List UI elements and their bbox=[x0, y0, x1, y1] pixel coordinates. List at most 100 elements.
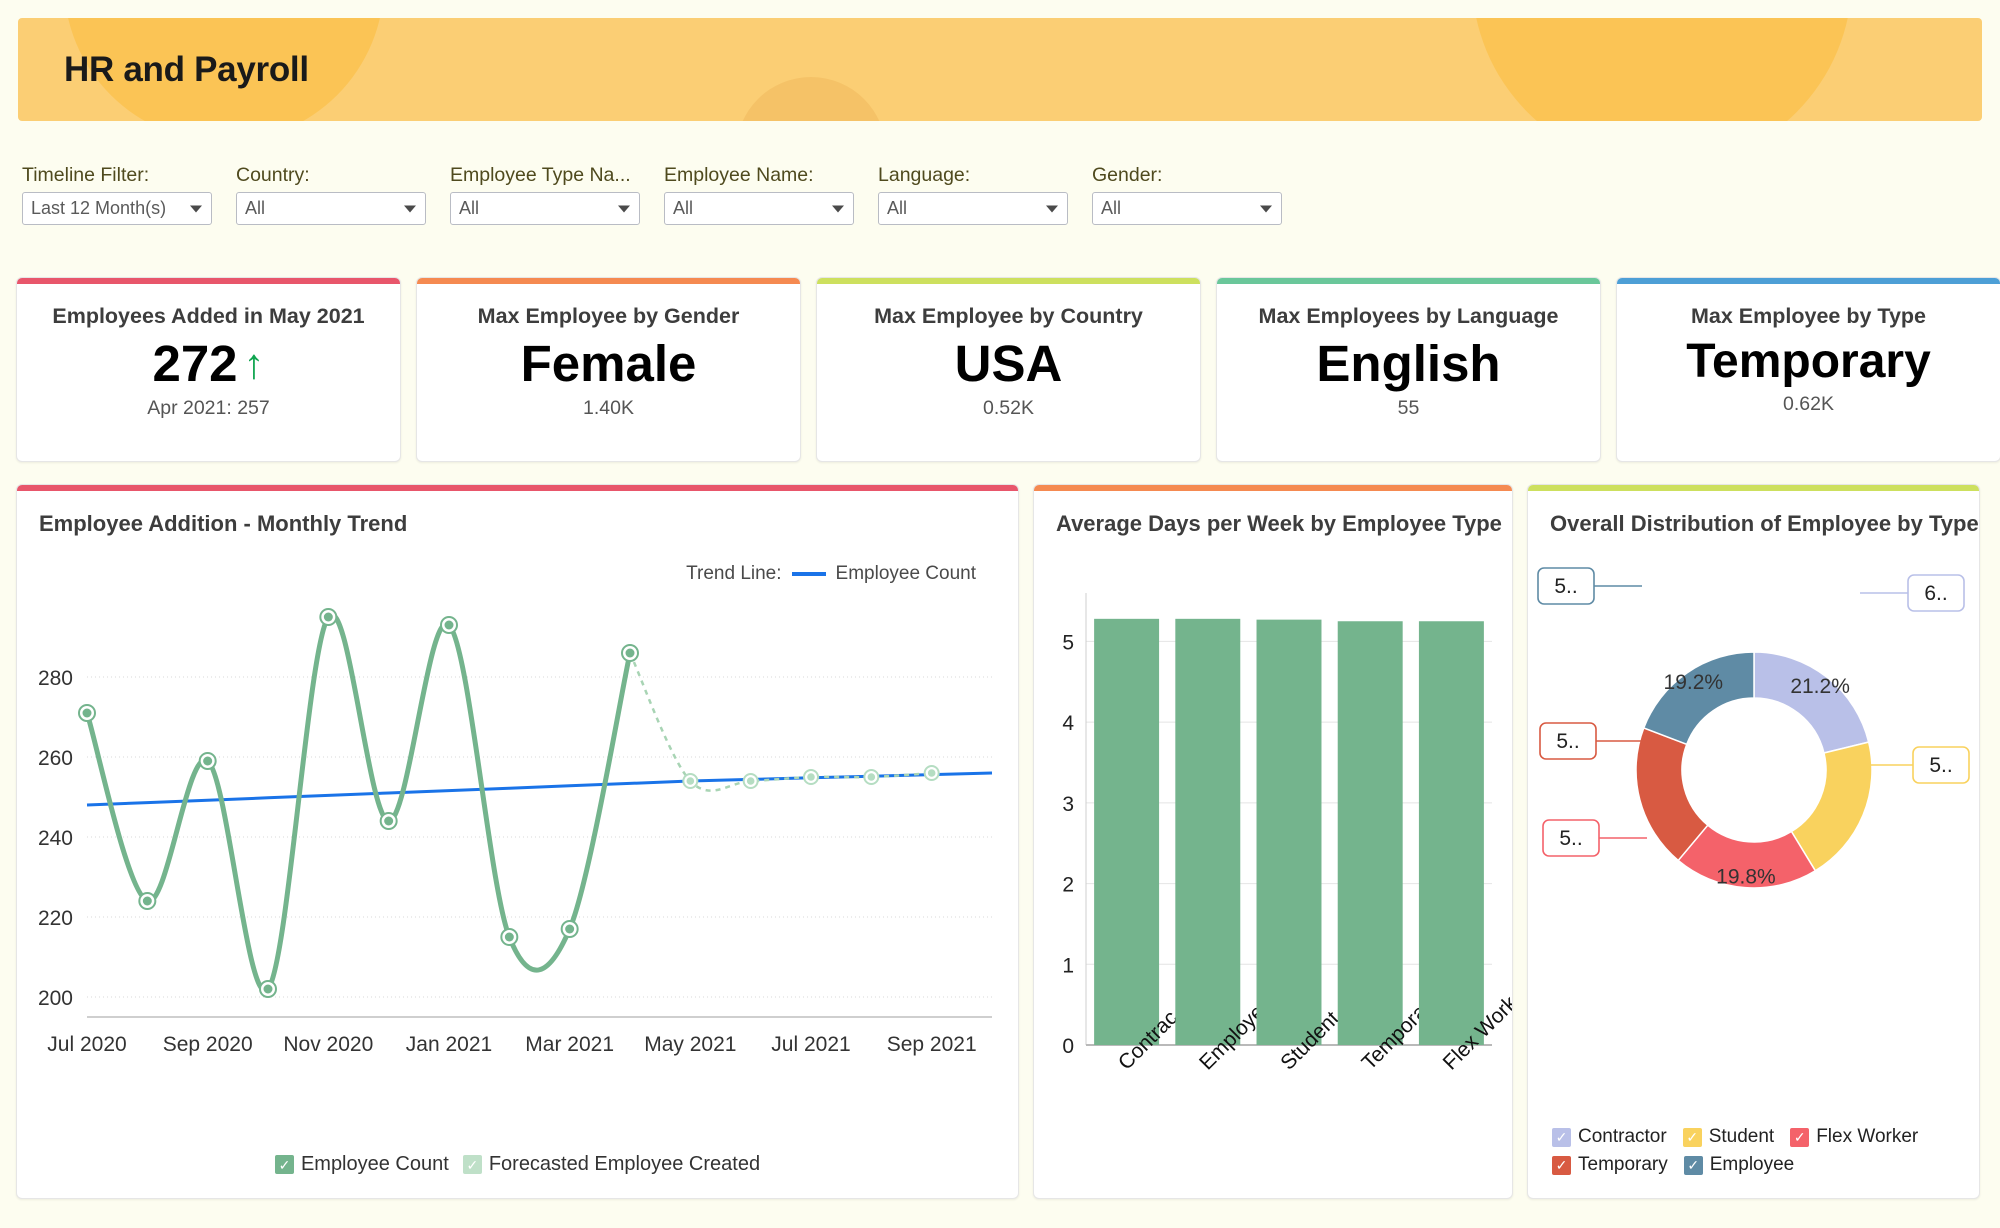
line-chart-legend: ✓ Employee Count ✓ Forecasted Employee C… bbox=[17, 1153, 1018, 1176]
chart-panel-row: Employee Addition - Monthly Trend Trend … bbox=[16, 484, 1980, 1199]
kpi-accent-bar bbox=[1617, 278, 2000, 284]
filter-label: Timeline Filter: bbox=[22, 164, 150, 186]
kpi-card-max-gender[interactable]: Max Employee by Gender Female 1.40K bbox=[416, 277, 801, 462]
page-header: HR and Payroll bbox=[18, 18, 1982, 121]
checkbox-checked-icon[interactable]: ✓ bbox=[1552, 1127, 1571, 1147]
language-filter-select[interactable]: All bbox=[878, 192, 1068, 225]
checkbox-checked-icon[interactable]: ✓ bbox=[1683, 1155, 1703, 1175]
kpi-title: Max Employee by Country bbox=[874, 304, 1143, 328]
header-decoration-circle bbox=[1472, 18, 1852, 121]
svg-text:5..: 5.. bbox=[1554, 575, 1577, 598]
legend-label: Employee bbox=[1709, 1154, 1795, 1175]
svg-text:5..: 5.. bbox=[1929, 754, 1952, 777]
kpi-value: USA bbox=[954, 335, 1063, 392]
chevron-down-icon bbox=[618, 205, 630, 212]
legend-item[interactable]: ✓ Forecasted Employee Created bbox=[462, 1153, 761, 1176]
svg-text:0: 0 bbox=[1062, 1035, 1074, 1058]
timeline-filter-select[interactable]: Last 12 Month(s) bbox=[22, 192, 212, 225]
kpi-card-employees-added[interactable]: Employees Added in May 2021 272 ↑ Apr 20… bbox=[16, 277, 401, 462]
svg-text:200: 200 bbox=[38, 987, 73, 1010]
header-decoration-circle bbox=[736, 77, 886, 121]
svg-text:260: 260 bbox=[38, 747, 73, 770]
kpi-subtext: 1.40K bbox=[583, 396, 634, 419]
svg-text:Jan 2021: Jan 2021 bbox=[406, 1033, 492, 1056]
checkbox-checked-icon[interactable]: ✓ bbox=[1552, 1155, 1571, 1175]
svg-text:Sep 2021: Sep 2021 bbox=[887, 1033, 977, 1056]
country-filter: Country: All bbox=[236, 164, 426, 225]
checkbox-checked-icon[interactable]: ✓ bbox=[274, 1155, 294, 1174]
checkbox-checked-icon[interactable]: ✓ bbox=[1790, 1127, 1810, 1147]
chevron-down-icon bbox=[1046, 205, 1058, 212]
employee-type-filter-select[interactable]: All bbox=[450, 192, 640, 225]
svg-text:Jul 2021: Jul 2021 bbox=[771, 1033, 850, 1056]
language-filter: Language: All bbox=[878, 164, 1068, 225]
svg-text:2: 2 bbox=[1062, 874, 1074, 897]
panel-accent-bar bbox=[1034, 485, 1512, 491]
legend-item[interactable]: ✓ Flex Worker bbox=[1790, 1126, 1918, 1148]
gender-filter-select[interactable]: All bbox=[1092, 192, 1282, 225]
kpi-value: Female bbox=[520, 335, 697, 392]
panel-employee-addition-trend: Employee Addition - Monthly Trend Trend … bbox=[16, 484, 1019, 1199]
svg-text:Mar 2021: Mar 2021 bbox=[525, 1033, 614, 1056]
filter-value: All bbox=[887, 198, 908, 218]
legend-label: Forecasted Employee Created bbox=[488, 1153, 761, 1175]
kpi-title: Max Employee by Type bbox=[1691, 304, 1926, 328]
filter-label: Country: bbox=[236, 164, 310, 186]
chevron-down-icon bbox=[190, 205, 202, 212]
panel-title: Average Days per Week by Employee Type bbox=[1056, 511, 1502, 536]
legend-label: Temporary bbox=[1578, 1154, 1668, 1175]
svg-text:5..: 5.. bbox=[1559, 827, 1582, 850]
kpi-title: Employees Added in May 2021 bbox=[52, 304, 365, 328]
kpi-card-max-type[interactable]: Max Employee by Type Temporary 0.62K bbox=[1616, 277, 2000, 462]
svg-text:3: 3 bbox=[1062, 793, 1074, 816]
svg-text:Sep 2020: Sep 2020 bbox=[163, 1033, 253, 1056]
kpi-accent-bar bbox=[1217, 278, 1600, 284]
filter-bar: Timeline Filter: Last 12 Month(s) Countr… bbox=[22, 164, 1306, 225]
timeline-filter: Timeline Filter: Last 12 Month(s) bbox=[22, 164, 212, 225]
legend-label: Contractor bbox=[1578, 1126, 1667, 1147]
svg-text:Jul 2020: Jul 2020 bbox=[47, 1033, 126, 1056]
filter-label: Employee Type Na... bbox=[450, 164, 631, 186]
svg-text:4: 4 bbox=[1062, 712, 1074, 735]
kpi-subtext: 55 bbox=[1397, 396, 1420, 419]
svg-text:6..: 6.. bbox=[1924, 582, 1947, 605]
filter-value: All bbox=[673, 198, 694, 218]
line-chart-svg[interactable]: 200 220 240 260 280 Jul 2020 Sep 2020 Nov 2020 J… bbox=[17, 545, 1019, 1125]
filter-label: Language: bbox=[878, 164, 971, 186]
checkbox-checked-icon[interactable]: ✓ bbox=[462, 1155, 482, 1174]
kpi-card-row: Employees Added in May 2021 272 ↑ Apr 20… bbox=[16, 277, 2000, 462]
legend-item[interactable]: ✓ Temporary bbox=[1552, 1154, 1668, 1176]
legend-label: Student bbox=[1708, 1126, 1775, 1147]
legend-item[interactable]: ✓ Student bbox=[1682, 1126, 1775, 1148]
kpi-title: Max Employees by Language bbox=[1258, 304, 1559, 328]
panel-title: Overall Distribution of Employee by Type bbox=[1550, 511, 1979, 536]
panel-title: Employee Addition - Monthly Trend bbox=[39, 511, 408, 536]
page-title: HR and Payroll bbox=[64, 50, 309, 89]
legend-item[interactable]: ✓ Employee Count bbox=[274, 1153, 449, 1176]
employee-type-filter: Employee Type Na... All bbox=[450, 164, 640, 225]
kpi-subtext: 0.52K bbox=[983, 396, 1034, 419]
legend-item[interactable]: ✓ Contractor bbox=[1552, 1126, 1667, 1148]
svg-text:5..: 5.. bbox=[1556, 730, 1579, 753]
donut-chart-legend: ✓ Contractor ✓ Student ✓ Flex Worker ✓ T… bbox=[1552, 1126, 1962, 1176]
panel-accent-bar bbox=[1528, 485, 1979, 491]
kpi-card-max-country[interactable]: Max Employee by Country USA 0.52K bbox=[816, 277, 1201, 462]
filter-value: Last 12 Month(s) bbox=[31, 198, 167, 218]
bar-chart-svg[interactable]: 012345Contrac.. EmployeeStudent TemporaryF… bbox=[1034, 545, 1513, 1195]
arrow-up-icon: ↑ bbox=[243, 339, 265, 387]
svg-text:220: 220 bbox=[38, 907, 73, 930]
country-filter-select[interactable]: All bbox=[236, 192, 426, 225]
filter-label: Employee Name: bbox=[664, 164, 814, 186]
panel-average-days-per-week: Average Days per Week by Employee Type 0… bbox=[1033, 484, 1513, 1199]
employee-name-filter-select[interactable]: All bbox=[664, 192, 854, 225]
donut-chart-svg[interactable]: 21.2% 19.8% 19.2% 6.. 5.. 5.. 5.. 5.. bbox=[1528, 540, 1980, 1100]
legend-item[interactable]: ✓ Employee bbox=[1683, 1154, 1795, 1176]
kpi-card-max-language[interactable]: Max Employees by Language English 55 bbox=[1216, 277, 1601, 462]
checkbox-checked-icon[interactable]: ✓ bbox=[1682, 1127, 1702, 1147]
filter-value: All bbox=[245, 198, 266, 218]
filter-value: All bbox=[459, 198, 480, 218]
svg-text:21.2%: 21.2% bbox=[1790, 675, 1850, 698]
legend-label: Employee Count bbox=[300, 1153, 449, 1175]
kpi-value-wrap: 272 ↑ bbox=[152, 337, 264, 391]
svg-text:19.2%: 19.2% bbox=[1664, 671, 1724, 694]
